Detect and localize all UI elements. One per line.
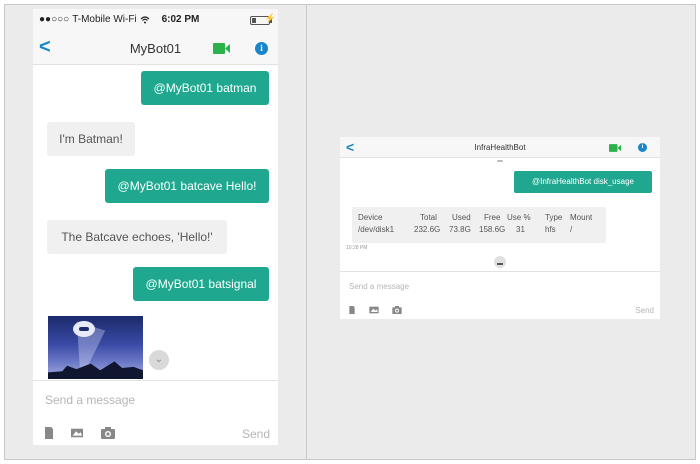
bat-signal-emblem bbox=[73, 321, 95, 337]
message-timestamp: 10:28 PM bbox=[346, 245, 368, 251]
table-header-type: Type bbox=[545, 213, 563, 222]
phone-chat-screen: ●●○○○ T-Mobile Wi-Fi 6:02 PM ⚡ < MyBot01… bbox=[33, 9, 278, 445]
chat-title: MyBot01 bbox=[129, 41, 182, 56]
back-chevron-icon[interactable]: < bbox=[39, 37, 51, 57]
image-icon[interactable] bbox=[369, 306, 379, 314]
info-icon[interactable]: i bbox=[638, 143, 647, 152]
chat-header: < MyBot01 i bbox=[33, 31, 278, 65]
info-icon[interactable]: i bbox=[255, 42, 268, 55]
table-cell-device: /dev/disk1 bbox=[358, 225, 395, 234]
table-header-device: Device bbox=[358, 213, 383, 222]
table-cell-used: 73.8G bbox=[449, 225, 471, 234]
load-more-indicator bbox=[497, 160, 503, 162]
table-cell-free: 158.6G bbox=[479, 225, 506, 234]
message-bubble-outgoing: @InfraHealthBot disk_usage bbox=[514, 171, 652, 193]
wifi-icon bbox=[140, 15, 150, 23]
table-header-used: Used bbox=[452, 213, 471, 222]
charging-icon: ⚡ bbox=[264, 13, 276, 23]
file-icon[interactable] bbox=[43, 427, 55, 439]
scroll-down-icon[interactable] bbox=[494, 256, 506, 268]
camera-icon[interactable] bbox=[392, 306, 402, 314]
disk-usage-table: Device Total Used Free Use % Type Mount … bbox=[352, 207, 606, 243]
table-cell-total: 232.6G bbox=[414, 225, 441, 234]
tablet-chat-screen: < InfraHealthBot i @InfraHealthBot disk_… bbox=[340, 137, 660, 319]
send-button[interactable]: Send bbox=[242, 427, 270, 441]
camera-icon[interactable] bbox=[101, 427, 115, 439]
message-input[interactable]: Send a message bbox=[349, 282, 409, 291]
message-composer: Send a message Send bbox=[33, 380, 278, 445]
status-bar: ●●○○○ T-Mobile Wi-Fi 6:02 PM ⚡ bbox=[33, 9, 278, 31]
screenshot-frame: ●●○○○ T-Mobile Wi-Fi 6:02 PM ⚡ < MyBot01… bbox=[4, 4, 696, 460]
table-cell-mount: / bbox=[570, 225, 573, 234]
scroll-down-icon[interactable]: ⌄ bbox=[149, 350, 169, 370]
file-icon[interactable] bbox=[348, 306, 356, 314]
signal-strength-icon: ●●○○○ bbox=[39, 14, 70, 25]
video-camera-icon[interactable] bbox=[609, 144, 621, 152]
message-bubble-incoming: The Batcave echoes, 'Hello!' bbox=[47, 220, 227, 254]
message-bubble-outgoing: @MyBot01 batman bbox=[141, 71, 269, 105]
video-camera-icon[interactable] bbox=[213, 43, 230, 54]
bat-signal-image[interactable] bbox=[48, 316, 143, 379]
table-cell-type: hfs bbox=[545, 225, 556, 234]
table-header-free: Free bbox=[484, 213, 501, 222]
message-bubble-incoming: I'm Batman! bbox=[47, 122, 135, 156]
message-input[interactable]: Send a message bbox=[45, 393, 135, 407]
table-header-use-percent: Use % bbox=[507, 213, 531, 222]
message-bubble-outgoing: @MyBot01 batcave Hello! bbox=[105, 169, 269, 203]
send-button[interactable]: Send bbox=[635, 306, 654, 315]
carrier-label: T-Mobile Wi-Fi bbox=[72, 14, 137, 25]
message-bubble-outgoing: @MyBot01 batsignal bbox=[133, 267, 269, 301]
table-header-total: Total bbox=[420, 213, 437, 222]
status-time: 6:02 PM bbox=[161, 14, 200, 25]
image-icon[interactable] bbox=[71, 427, 83, 439]
tablet-message-composer: Send a message Send bbox=[340, 271, 660, 319]
table-cell-use-percent: 31 bbox=[516, 225, 525, 234]
back-chevron-icon[interactable]: < bbox=[346, 139, 354, 155]
table-header-mount: Mount bbox=[570, 213, 593, 222]
panel-divider bbox=[306, 5, 307, 459]
tablet-chat-header: < InfraHealthBot i bbox=[340, 137, 660, 158]
status-left: ●●○○○ T-Mobile Wi-Fi bbox=[39, 14, 150, 25]
